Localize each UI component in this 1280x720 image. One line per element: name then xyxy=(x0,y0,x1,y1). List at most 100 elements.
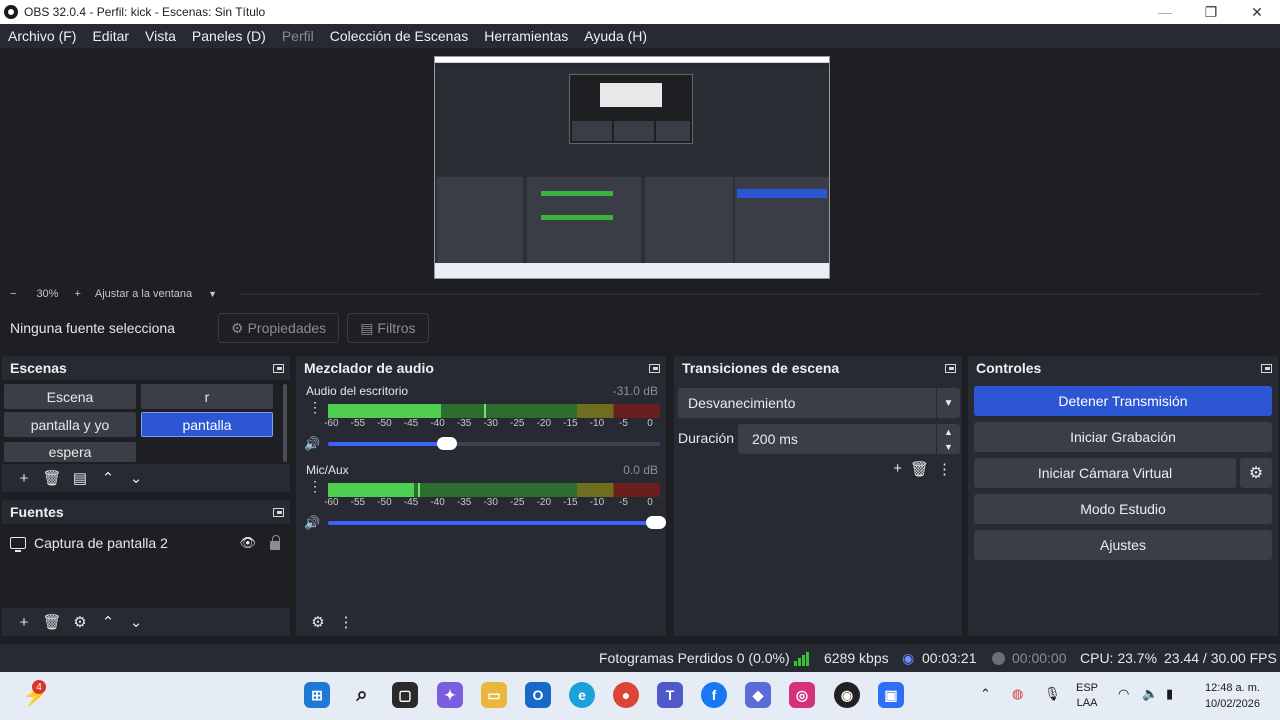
search-icon[interactable]: ⌕ xyxy=(349,682,375,708)
scenes-scrollbar[interactable] xyxy=(283,384,287,462)
outlook-icon[interactable]: O xyxy=(525,682,551,708)
clock[interactable]: 12:48 a. m. 10/02/2026 xyxy=(1205,680,1260,712)
menu-archivo[interactable]: Archivo (F) xyxy=(0,28,84,44)
zoom-dropdown-icon[interactable]: ▼ xyxy=(208,289,217,299)
menu-paneles[interactable]: Paneles (D) xyxy=(184,28,274,44)
volume-slider[interactable] xyxy=(328,437,660,450)
transition-select[interactable]: Desvanecimiento ▼ xyxy=(678,388,960,418)
chrome-icon[interactable]: ● xyxy=(613,682,639,708)
security-icon[interactable]: ◍ xyxy=(1012,686,1023,702)
facebook-icon[interactable]: f xyxy=(701,682,727,708)
filters-button[interactable]: ▤ Filtros xyxy=(347,313,429,343)
teams-icon[interactable]: T xyxy=(657,682,683,708)
eye-icon[interactable]: 👁 xyxy=(239,535,256,551)
scene-filters-icon[interactable]: ▤ xyxy=(66,467,94,489)
move-up-icon[interactable]: ⌃ xyxy=(94,611,122,633)
undock-icon[interactable] xyxy=(649,363,660,373)
preview-canvas[interactable] xyxy=(434,56,830,279)
scene-item[interactable]: r xyxy=(141,384,273,409)
fit-window-label[interactable]: Ajustar a la ventana xyxy=(95,288,192,300)
channel-menu-icon[interactable]: ⋮ xyxy=(308,400,322,414)
chevron-up-icon[interactable]: ⌃ xyxy=(980,686,991,702)
edge-icon[interactable]: e xyxy=(569,682,595,708)
transition-menu-icon[interactable]: ⋮ xyxy=(937,460,952,478)
mixer-channels: Audio del escritorio -31.0 dB ⋮ -60 -55 -5… xyxy=(296,380,666,608)
close-button[interactable]: ✕ xyxy=(1234,0,1280,24)
slider-knob[interactable] xyxy=(436,437,457,450)
minimize-button[interactable]: — xyxy=(1142,0,1188,24)
zoom-out-button[interactable]: − xyxy=(10,288,16,300)
obs-taskbar-icon[interactable]: ◉ xyxy=(834,682,860,708)
scene-item[interactable]: pantalla y yo xyxy=(4,412,136,437)
move-down-icon[interactable]: ⌄ xyxy=(122,611,150,633)
app-blue-icon[interactable]: ▣ xyxy=(878,682,904,708)
undock-icon[interactable] xyxy=(273,507,284,517)
delete-source-icon[interactable]: 🗑 xyxy=(38,611,66,633)
advanced-audio-icon[interactable]: ⚙ xyxy=(304,611,332,633)
zoom-in-button[interactable]: + xyxy=(74,288,80,300)
menu-editar[interactable]: Editar xyxy=(84,28,137,44)
add-transition-icon[interactable]: + xyxy=(893,460,902,478)
copilot-icon[interactable]: ✦ xyxy=(437,682,463,708)
start-recording-button[interactable]: Iniciar Grabación xyxy=(974,422,1272,452)
undock-icon[interactable] xyxy=(1261,363,1272,373)
instagram-icon[interactable]: ◎ xyxy=(789,682,815,708)
start-icon[interactable]: ⊞ xyxy=(304,682,330,708)
menu-ayuda[interactable]: Ayuda (H) xyxy=(576,28,655,44)
dropped-frames: Fotogramas Perdidos 0 (0.0%) xyxy=(599,650,790,666)
lang-line1: ESP xyxy=(1076,682,1099,694)
mixer-menu-icon[interactable]: ⋮ xyxy=(332,611,360,633)
clock-date: 10/02/2026 xyxy=(1204,698,1260,710)
lock-icon[interactable] xyxy=(270,534,280,550)
properties-button[interactable]: ⚙ Propiedades xyxy=(218,313,340,343)
meter-tick-label: -10 xyxy=(589,418,605,429)
channel-name: Mic/Aux xyxy=(306,463,349,477)
undock-icon[interactable] xyxy=(273,363,284,373)
stop-stream-button[interactable]: Detener Transmisión xyxy=(974,386,1272,416)
app-icon[interactable]: ◆ xyxy=(745,682,771,708)
undock-icon[interactable] xyxy=(945,363,956,373)
move-up-icon[interactable]: ⌃ xyxy=(94,467,122,489)
chevron-up-icon[interactable]: ▲ xyxy=(944,427,953,437)
preview-area[interactable] xyxy=(0,48,1280,286)
source-item[interactable]: Captura de pantalla 2 👁 xyxy=(10,532,280,554)
audio-mixer-dock: Mezclador de audio Audio del escritorio … xyxy=(296,356,666,636)
task-view-icon[interactable]: ▢ xyxy=(392,682,418,708)
preview-horizontal-scrollbar[interactable] xyxy=(240,293,1260,295)
menu-coleccion-escenas[interactable]: Colección de Escenas xyxy=(322,28,477,44)
menu-vista[interactable]: Vista xyxy=(137,28,184,44)
chevron-down-icon[interactable]: ▼ xyxy=(936,388,960,418)
menu-herramientas[interactable]: Herramientas xyxy=(476,28,576,44)
move-down-icon[interactable]: ⌄ xyxy=(122,467,150,489)
chevron-down-icon[interactable]: ▼ xyxy=(944,442,953,452)
maximize-button[interactable]: ❐ xyxy=(1188,0,1234,24)
battery-icon[interactable]: ▮ xyxy=(1166,686,1173,702)
language-indicator[interactable]: ESP LAA xyxy=(1076,681,1098,711)
volume-slider[interactable] xyxy=(328,516,666,529)
virtual-camera-settings-icon[interactable]: ⚙ xyxy=(1240,458,1272,488)
obs-logo-icon xyxy=(4,5,18,19)
delete-transition-icon[interactable]: 🗑 xyxy=(910,460,929,478)
channel-menu-icon[interactable]: ⋮ xyxy=(308,479,322,493)
volume-icon[interactable]: 🔈 xyxy=(1142,686,1158,702)
microphone-icon[interactable]: 🎙 xyxy=(1044,686,1061,702)
scene-item-active[interactable]: pantalla xyxy=(141,412,273,437)
delete-scene-icon[interactable]: 🗑 xyxy=(38,467,66,489)
slider-knob[interactable] xyxy=(646,516,666,529)
audio-channel-mic: Mic/Aux 0.0 dB ⋮ -60 -55 -50 -45 -40 -35 -30 -2… xyxy=(296,459,666,537)
speaker-icon[interactable]: 🔊 xyxy=(304,436,320,452)
file-explorer-icon[interactable]: ▭ xyxy=(481,682,507,708)
add-source-icon[interactable]: + xyxy=(10,611,38,633)
studio-mode-button[interactable]: Modo Estudio xyxy=(974,494,1272,524)
duration-input[interactable]: 200 ms ▲ ▼ xyxy=(738,424,960,454)
settings-button[interactable]: Ajustes xyxy=(974,530,1272,560)
virtual-camera-button[interactable]: Iniciar Cámara Virtual xyxy=(974,458,1236,488)
wifi-icon[interactable]: ◠ xyxy=(1118,686,1129,702)
source-properties-icon[interactable]: ⚙ xyxy=(66,611,94,633)
scene-item[interactable]: espera xyxy=(4,442,136,462)
menu-perfil[interactable]: Perfil xyxy=(274,28,322,44)
duration-spinner[interactable]: ▲ ▼ xyxy=(936,424,960,454)
scene-item[interactable]: Escena xyxy=(4,384,136,409)
add-scene-icon[interactable]: + xyxy=(10,467,38,489)
speaker-icon[interactable]: 🔊 xyxy=(304,515,320,531)
